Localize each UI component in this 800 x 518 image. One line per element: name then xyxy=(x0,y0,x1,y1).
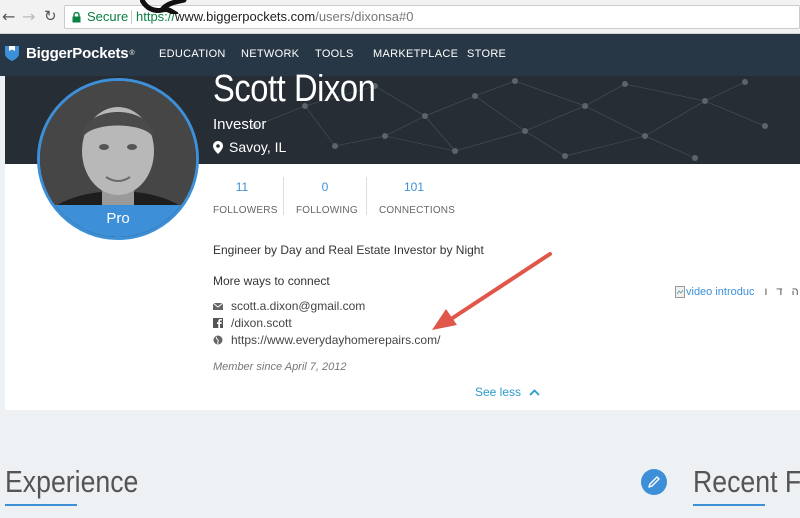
email-text[interactable]: scott.a.dixon@gmail.com xyxy=(231,299,365,313)
secure-label: Secure xyxy=(87,9,129,24)
nav-network[interactable]: NETWORK xyxy=(241,48,299,60)
stat-connections[interactable]: 101 CONNECTIONS xyxy=(379,180,456,216)
chevron-up-icon xyxy=(529,388,540,396)
followers-count: 11 xyxy=(235,180,249,194)
lock-icon xyxy=(72,12,81,23)
profile-bio: Engineer by Day and Real Estate Investor… xyxy=(213,243,484,257)
member-since: Member since April 7, 2012 xyxy=(213,361,347,373)
video-alt-tail: ה ד ו xyxy=(764,286,800,298)
broken-image-icon xyxy=(675,286,685,298)
experience-underline xyxy=(5,504,77,506)
url-path: /users/dixonsa#0 xyxy=(315,9,414,24)
mail-icon xyxy=(213,302,223,310)
logo-mark: ® xyxy=(129,49,135,57)
website-text[interactable]: https://www.everydayhomerepairs.com/ xyxy=(231,333,440,347)
pin-icon xyxy=(213,140,223,154)
nav-marketplace[interactable]: MARKETPLACE xyxy=(373,48,458,60)
forward-icon[interactable]: → xyxy=(22,7,35,26)
logo-text: BiggerPockets xyxy=(26,44,129,62)
video-alt-text: video introduc xyxy=(686,286,755,298)
nav-tools[interactable]: TOOLS xyxy=(315,48,354,60)
connections-label: CONNECTIONS xyxy=(379,205,456,216)
nav-education[interactable]: EDUCATION xyxy=(159,48,226,60)
stat-followers[interactable]: 11 FOLLOWERS xyxy=(213,180,278,216)
location-text: Savoy, IL xyxy=(229,139,287,155)
see-less-button[interactable]: See less xyxy=(475,385,540,399)
contact-facebook[interactable]: /dixon.scott xyxy=(213,316,292,330)
globe-icon xyxy=(213,335,223,345)
recent-forum-heading: Recent Fo xyxy=(693,464,800,499)
cursor-overlay xyxy=(140,0,187,14)
stat-following[interactable]: 0 FOLLOWING xyxy=(296,180,358,216)
pencil-icon xyxy=(648,476,660,488)
facebook-icon xyxy=(213,318,223,328)
contact-website[interactable]: https://www.everydayhomerepairs.com/ xyxy=(213,333,440,347)
following-label: FOLLOWING xyxy=(296,205,358,216)
site-logo[interactable]: BiggerPockets ® xyxy=(4,44,135,62)
see-less-label: See less xyxy=(475,385,522,399)
back-icon[interactable]: ← xyxy=(2,7,15,26)
followers-label: FOLLOWERS xyxy=(213,205,278,216)
logo-shield-icon xyxy=(5,46,19,61)
profile-location: Savoy, IL xyxy=(213,139,286,155)
edit-button[interactable] xyxy=(641,469,667,495)
browser-toolbar: ← → ↻ Secure https://www.biggerpockets.c… xyxy=(0,0,800,34)
more-ways-heading: More ways to connect xyxy=(213,274,330,288)
facebook-text[interactable]: /dixon.scott xyxy=(231,316,292,330)
url-divider xyxy=(131,10,132,24)
profile-role: Investor xyxy=(213,116,267,133)
connections-count: 101 xyxy=(403,180,425,194)
pro-badge: Pro xyxy=(40,205,196,237)
nav-store[interactable]: STORE xyxy=(467,48,506,60)
experience-heading: Experience xyxy=(5,464,139,499)
site-navbar: BiggerPockets ® EDUCATION NETWORK TOOLS M… xyxy=(0,34,800,76)
avatar[interactable]: Pro xyxy=(37,78,199,240)
url-host: www.biggerpockets.com xyxy=(175,9,316,24)
following-count: 0 xyxy=(321,180,329,194)
stat-divider xyxy=(283,177,284,215)
stat-divider xyxy=(366,177,367,215)
contact-email[interactable]: scott.a.dixon@gmail.com xyxy=(213,299,365,313)
reload-icon[interactable]: ↻ xyxy=(44,7,57,25)
recent-underline xyxy=(693,504,765,506)
video-intro-image[interactable]: video introduc ה ד ו xyxy=(675,286,800,298)
